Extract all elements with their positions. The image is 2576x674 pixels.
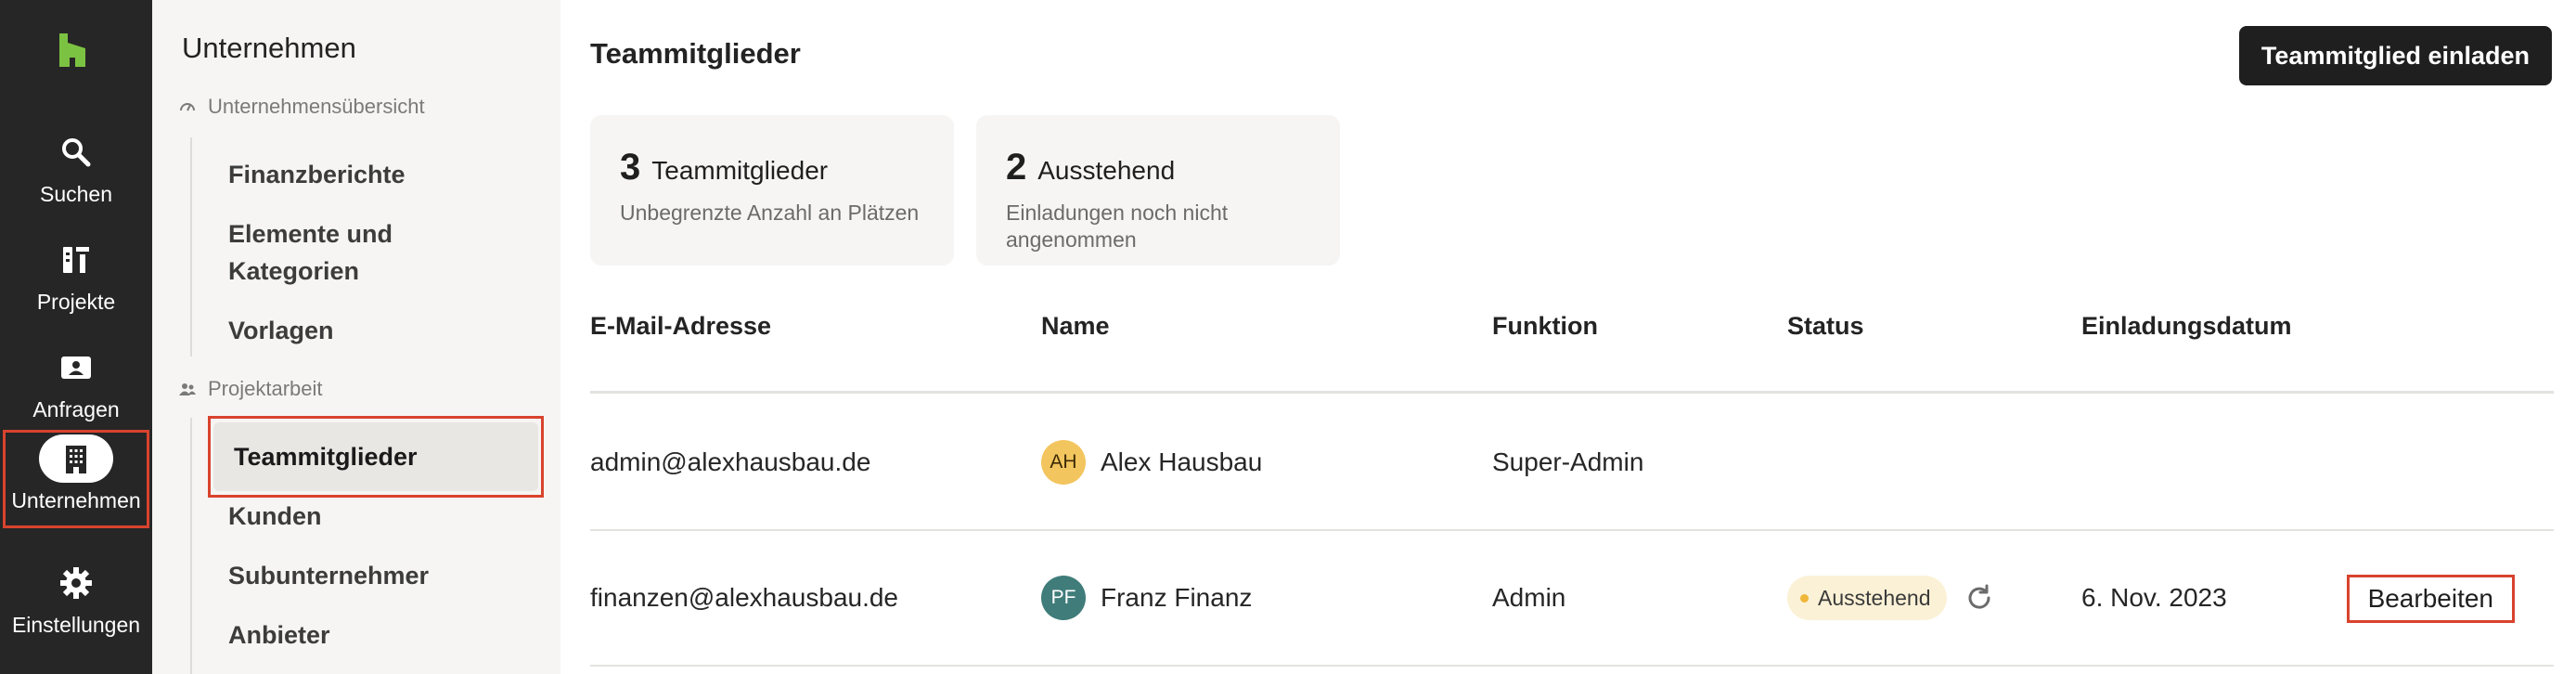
avatar: AH bbox=[1041, 440, 1086, 485]
subnav-section-overview[interactable]: Unternehmensübersicht bbox=[178, 95, 425, 119]
rail-item-label: Suchen bbox=[39, 182, 112, 206]
row-invite-date: 6. Nov. 2023 bbox=[2081, 583, 2227, 612]
houzz-logo-icon[interactable] bbox=[52, 30, 93, 71]
status-badge: Ausstehend bbox=[1787, 576, 1948, 620]
stat-number: 2 bbox=[1006, 147, 1027, 188]
status-label: Ausstehend bbox=[1818, 585, 1931, 610]
column-header-status[interactable]: Status bbox=[1787, 312, 1864, 341]
subnav-link-subcontractors[interactable]: Subunternehmer bbox=[228, 557, 429, 594]
table-header-divider bbox=[590, 391, 2554, 394]
subnav-section-label: Projektarbeit bbox=[208, 377, 323, 400]
main-content: Teammitglieder Teammitglied einladen 3 T… bbox=[560, 0, 2576, 674]
row-name-cell: AH Alex Hausbau bbox=[1041, 395, 1262, 529]
row-role: Super-Admin bbox=[1492, 447, 1644, 476]
rail-item-label: Unternehmen bbox=[11, 488, 141, 512]
invite-team-member-button[interactable]: Teammitglied einladen bbox=[2238, 26, 2552, 85]
row-email: admin@alexhausbau.de bbox=[590, 447, 871, 476]
rail-item-inquiries[interactable]: Anfragen bbox=[0, 338, 152, 438]
status-dot-icon bbox=[1800, 593, 1809, 603]
subnav-link-templates[interactable]: Vorlagen bbox=[228, 312, 334, 349]
rail-item-label: Anfragen bbox=[32, 397, 120, 421]
company-subnav: Unternehmen Unternehmensübersicht Finanz… bbox=[152, 0, 560, 674]
app-rail: Suchen Projekte Anfragen Unternehmen Ein… bbox=[0, 0, 152, 674]
subnav-section-label: Unternehmensübersicht bbox=[208, 95, 425, 118]
building-icon bbox=[39, 434, 113, 483]
stat-card-pending: 2 Ausstehend Einladungen noch nicht ange… bbox=[976, 115, 1340, 266]
gear-icon bbox=[39, 559, 113, 607]
stat-subtext: Unbegrenzte Anzahl an Plätzen bbox=[620, 201, 920, 225]
resend-refresh-icon[interactable] bbox=[1964, 582, 1995, 614]
column-header-invite-date[interactable]: Einladungsdatum bbox=[2081, 312, 2292, 341]
table-row: admin@alexhausbau.de AH Alex Hausbau Sup… bbox=[590, 395, 2554, 529]
subnav-group-line bbox=[190, 418, 192, 674]
column-header-name[interactable]: Name bbox=[1041, 312, 1110, 341]
row-name-cell: PF Franz Finanz bbox=[1041, 531, 1252, 665]
rail-item-search[interactable]: Suchen bbox=[0, 123, 152, 223]
stat-label: Teammitglieder bbox=[651, 156, 829, 185]
stat-label: Ausstehend bbox=[1037, 156, 1176, 185]
avatar: PF bbox=[1041, 576, 1086, 620]
column-header-email[interactable]: E-Mail-Adresse bbox=[590, 312, 771, 341]
rail-item-projects[interactable]: Projekte bbox=[0, 230, 152, 331]
stat-subtext: Einladungen noch nicht angenommen bbox=[1006, 201, 1229, 252]
row-status-cell: Ausstehend bbox=[1787, 531, 1995, 665]
people-icon bbox=[179, 383, 196, 395]
row-email: finanzen@alexhausbau.de bbox=[590, 583, 899, 612]
subnav-group-line bbox=[190, 137, 192, 356]
row-name: Franz Finanz bbox=[1101, 583, 1253, 612]
stat-number: 3 bbox=[620, 147, 641, 188]
row-divider bbox=[590, 665, 2554, 667]
search-icon bbox=[39, 128, 113, 176]
stat-card-members: 3 Teammitglieder Unbegrenzte Anzahl an P… bbox=[590, 115, 954, 266]
subnav-link-financial-reports[interactable]: Finanzberichte bbox=[228, 156, 406, 193]
column-header-role[interactable]: Funktion bbox=[1492, 312, 1598, 341]
table-row: finanzen@alexhausbau.de PF Franz Finanz … bbox=[590, 531, 2554, 665]
subnav-link-elements-categories[interactable]: Elemente und Kategorien bbox=[228, 215, 470, 290]
subnav-heading: Unternehmen bbox=[182, 32, 356, 64]
subnav-link-vendors[interactable]: Anbieter bbox=[228, 616, 330, 654]
subnav-link-clients[interactable]: Kunden bbox=[228, 498, 322, 535]
rail-item-label: Projekte bbox=[36, 290, 116, 314]
projects-icon bbox=[39, 236, 113, 284]
page-title: Teammitglieder bbox=[590, 37, 801, 70]
row-name: Alex Hausbau bbox=[1101, 447, 1263, 476]
rail-item-label: Einstellungen bbox=[11, 613, 141, 637]
gauge-icon bbox=[180, 103, 195, 111]
subnav-section-projectwork[interactable]: Projektarbeit bbox=[178, 377, 323, 401]
edit-button[interactable]: Bearbeiten bbox=[2346, 575, 2515, 623]
rail-item-company[interactable]: Unternehmen bbox=[2, 429, 150, 529]
subnav-link-team-members[interactable]: Teammitglieder bbox=[213, 422, 538, 491]
inquiries-icon bbox=[39, 343, 113, 392]
rail-item-settings[interactable]: Einstellungen bbox=[0, 553, 152, 654]
row-role: Admin bbox=[1492, 583, 1566, 612]
